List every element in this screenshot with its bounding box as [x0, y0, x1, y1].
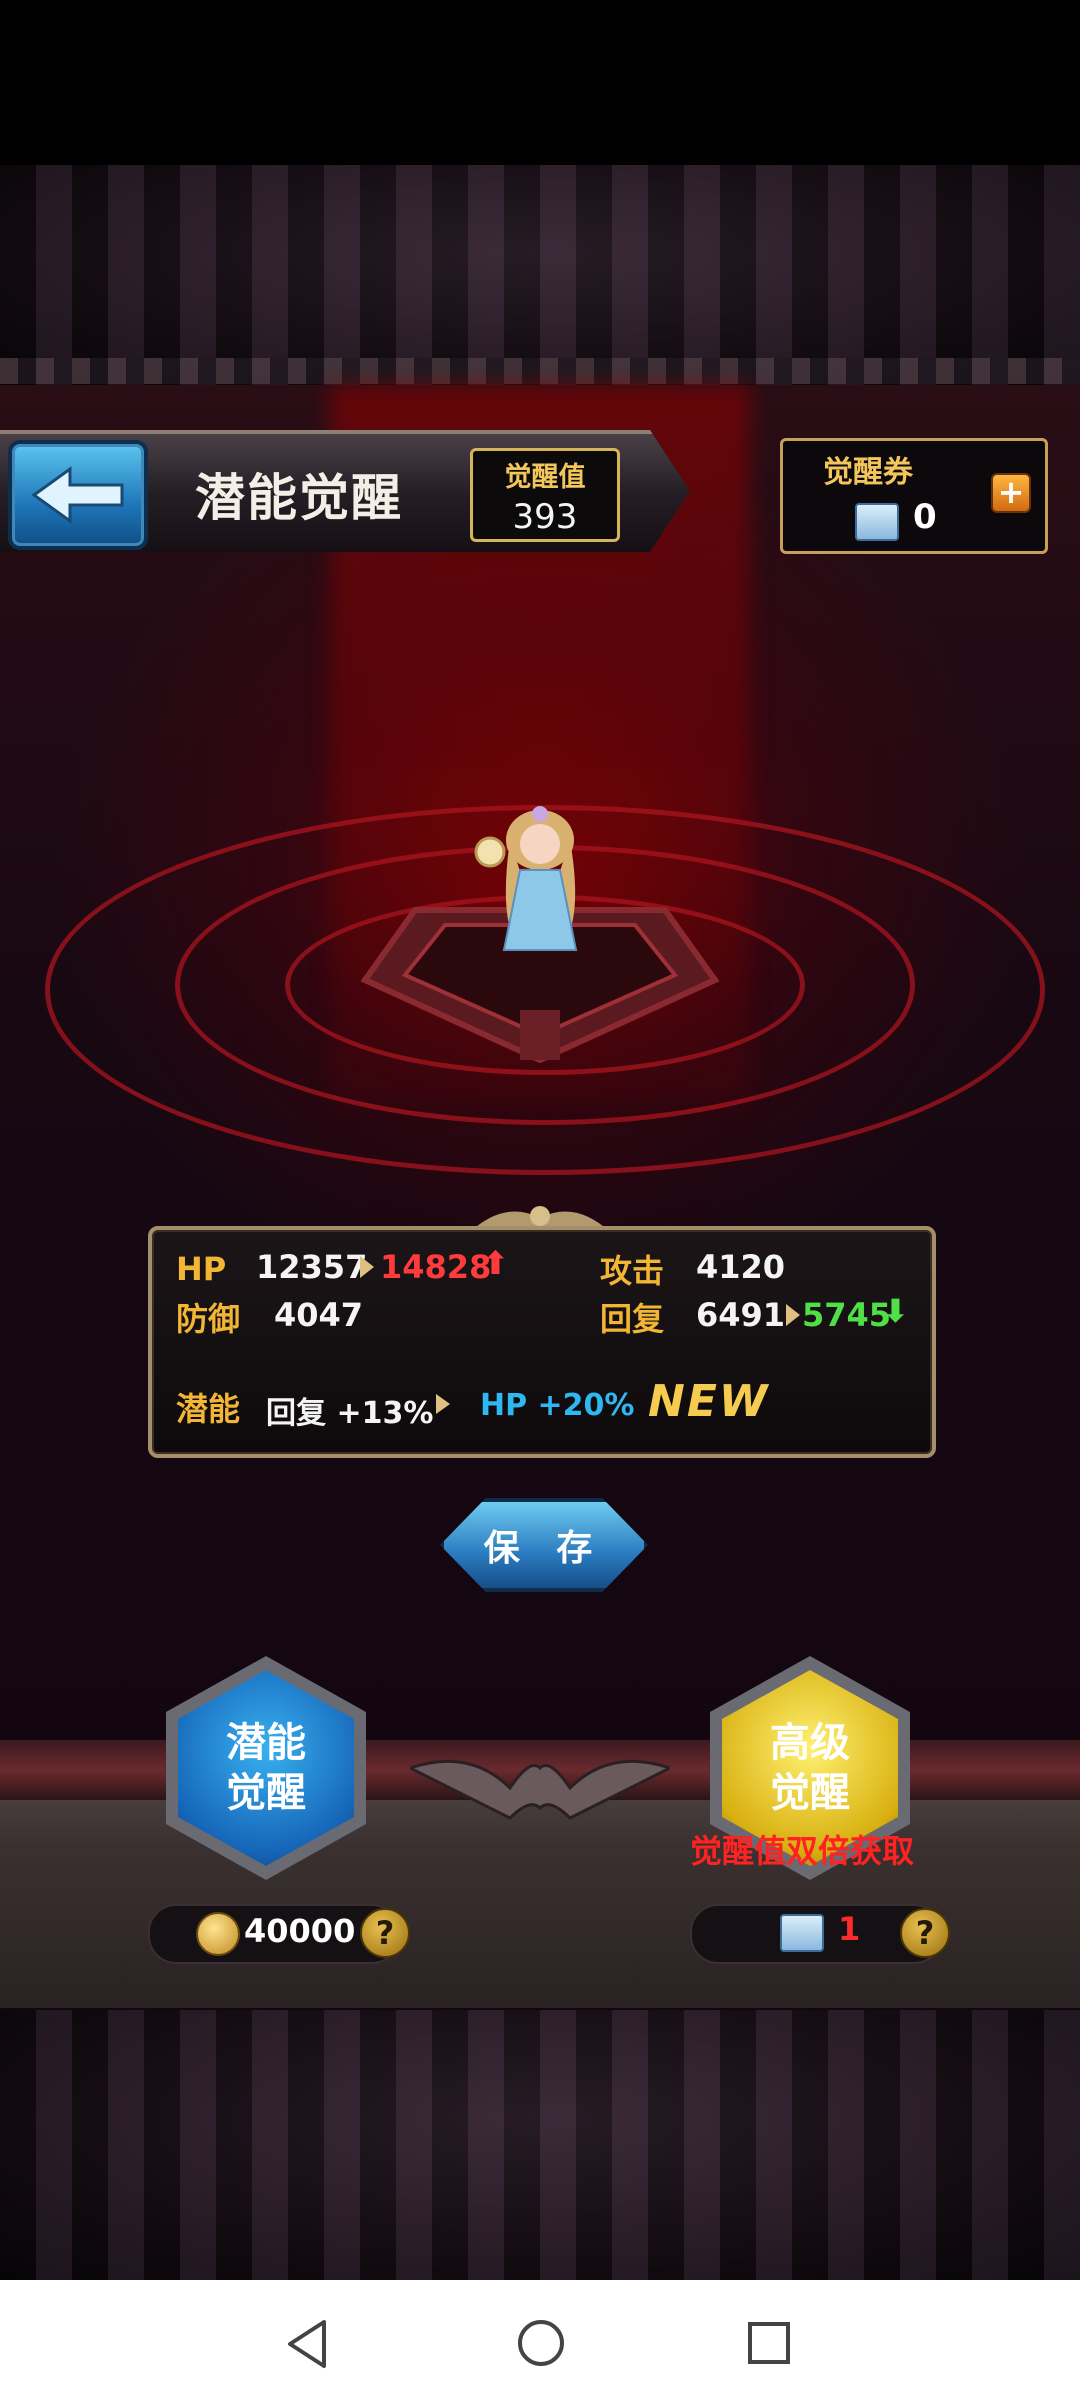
awaken-value: 393: [512, 497, 578, 537]
recents-nav-icon[interactable]: [746, 2320, 792, 2366]
awaken-value-label: 觉醒值: [504, 462, 586, 493]
ticket-count: 0: [913, 497, 937, 537]
hp-label: HP: [176, 1250, 227, 1288]
defense-value: 4047: [274, 1296, 364, 1334]
attack-label: 攻击: [600, 1252, 665, 1290]
recover-label: 回复: [600, 1300, 665, 1338]
add-ticket-button[interactable]: +: [991, 473, 1031, 513]
attack-value: 4120: [696, 1248, 786, 1286]
back-arrow-icon: [31, 466, 124, 524]
character-sprite: [474, 806, 578, 951]
recover-new-value: 5745: [802, 1296, 892, 1334]
bottom-ornament-band: [0, 2010, 1080, 2280]
new-badge: NEW: [648, 1376, 770, 1427]
ticket-label: 觉醒券: [823, 455, 913, 490]
status-bar: [0, 0, 1080, 165]
system-nav-bar: [0, 2280, 1080, 2400]
awaken-value-box: 觉醒值 393: [470, 448, 620, 542]
potential-arrow-icon: [436, 1394, 450, 1414]
recover-old-value: 6491: [696, 1296, 786, 1334]
bat-ornament-icon: [410, 1759, 670, 1820]
awaken-ticket-box: 觉醒券 0 +: [780, 438, 1048, 554]
back-nav-icon[interactable]: [284, 2318, 330, 2370]
potential-old: 回复 +13%: [266, 1396, 434, 1431]
top-chain-trim: [0, 358, 1080, 384]
home-nav-icon[interactable]: [516, 2318, 566, 2368]
advanced-awaken-line1: 高级: [770, 1720, 850, 1766]
hp-arrow-icon: [360, 1256, 374, 1278]
page-title: 潜能觉醒: [195, 469, 403, 527]
defense-label: 防御: [176, 1300, 241, 1338]
scroll-ticket-icon: [855, 503, 899, 541]
basic-cost-value: 40000: [244, 1912, 356, 1950]
potential-label: 潜能: [176, 1390, 241, 1428]
basic-awaken-line2: 觉醒: [226, 1770, 306, 1816]
hp-increase-icon: ⬆: [482, 1244, 509, 1282]
potential-new: HP +20%: [480, 1388, 635, 1423]
advanced-help-button[interactable]: ?: [900, 1908, 950, 1958]
back-button[interactable]: [8, 440, 148, 550]
gold-coin-icon: [196, 1912, 240, 1956]
top-ornament-band: [0, 165, 1080, 385]
advanced-awaken-note: 觉醒值双倍获取: [690, 1832, 915, 1870]
basic-awaken-line1: 潜能: [226, 1720, 306, 1766]
basic-help-button[interactable]: ?: [360, 1908, 410, 1958]
hp-new-value: 14828: [380, 1248, 492, 1286]
advanced-awaken-line2: 觉醒: [770, 1770, 850, 1816]
recover-arrow-icon: [786, 1304, 800, 1326]
scroll-ticket-icon: [780, 1914, 824, 1952]
recover-decrease-icon: ⬇: [882, 1292, 909, 1330]
hp-old-value: 12357: [256, 1248, 368, 1286]
advanced-cost-value: 1: [838, 1910, 861, 1948]
